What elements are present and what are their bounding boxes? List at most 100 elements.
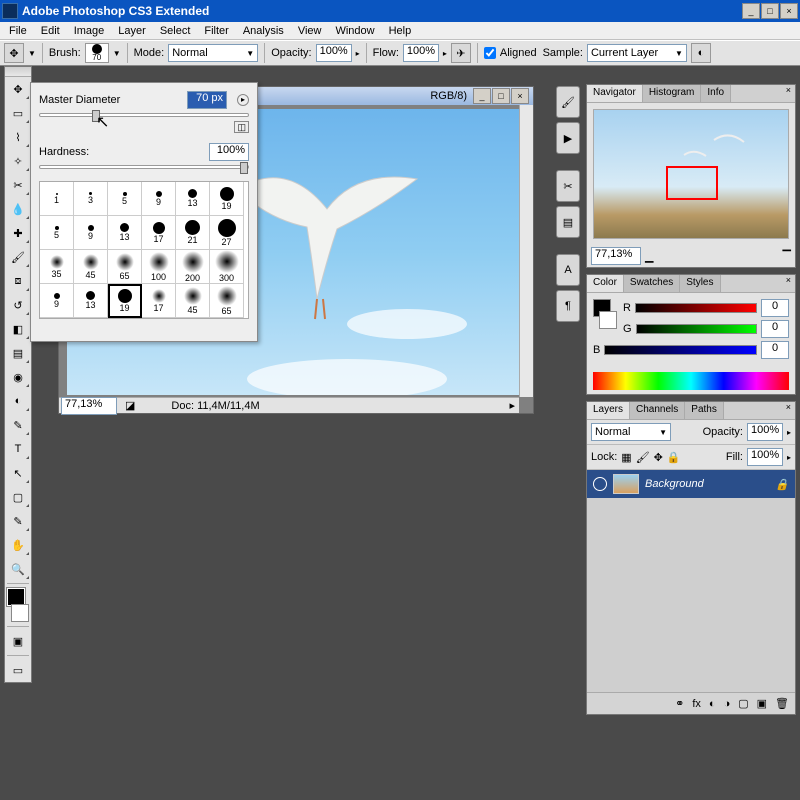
- doc-close[interactable]: ×: [511, 88, 529, 104]
- tool-history-brush[interactable]: ↺: [5, 293, 31, 317]
- master-diameter-field[interactable]: 70 px: [187, 91, 227, 109]
- tool-shape[interactable]: ▢: [5, 485, 31, 509]
- background-swatch[interactable]: [11, 604, 29, 622]
- character-palette-icon[interactable]: A: [556, 254, 580, 286]
- color-swatches[interactable]: [7, 588, 29, 622]
- menu-window[interactable]: Window: [328, 23, 381, 39]
- new-brush-icon[interactable]: ◫: [234, 121, 249, 133]
- screenmode-toggle[interactable]: ▭: [5, 658, 31, 682]
- brush-preset-1[interactable]: 1: [40, 182, 74, 216]
- tool-crop[interactable]: ✂: [5, 173, 31, 197]
- hardness-slider[interactable]: [39, 165, 249, 169]
- tab-channels[interactable]: Channels: [630, 402, 685, 419]
- brush-preset-3[interactable]: 3: [74, 182, 108, 216]
- nav-zoom-field[interactable]: 77,13%: [591, 247, 641, 265]
- brush-preset-13[interactable]: 13: [74, 284, 108, 318]
- layer-opacity-field[interactable]: 100%: [747, 423, 783, 441]
- layer-comps-palette-icon[interactable]: ▤: [556, 206, 580, 238]
- menu-image[interactable]: Image: [67, 23, 112, 39]
- color-value-b[interactable]: 0: [761, 341, 789, 359]
- layer-style-icon[interactable]: fx: [692, 698, 701, 710]
- menu-view[interactable]: View: [291, 23, 329, 39]
- tool-gradient[interactable]: ▤: [5, 341, 31, 365]
- tool-eyedropper[interactable]: 💧: [5, 197, 31, 221]
- brush-preset-9[interactable]: 9: [142, 182, 176, 216]
- tool-lasso[interactable]: ⌇: [5, 125, 31, 149]
- master-diameter-slider[interactable]: [39, 113, 249, 117]
- panel-menu-icon[interactable]: ×: [782, 85, 795, 102]
- brush-preset-35[interactable]: 35: [40, 250, 74, 284]
- tool-notes[interactable]: ✎: [5, 509, 31, 533]
- menu-edit[interactable]: Edit: [34, 23, 67, 39]
- brush-preset-13[interactable]: 13: [108, 216, 142, 250]
- flow-field[interactable]: 100%: [403, 44, 439, 62]
- zoom-out-icon[interactable]: ▁: [645, 250, 653, 263]
- sample-select[interactable]: Current Layer▼: [587, 44, 687, 62]
- brush-flyout-button[interactable]: ▸: [237, 94, 249, 106]
- tab-color[interactable]: Color: [587, 275, 624, 292]
- layer-mask-icon[interactable]: ◐: [709, 698, 716, 710]
- brush-preset-17[interactable]: 17: [142, 284, 176, 318]
- close-button[interactable]: ×: [780, 3, 798, 19]
- menu-select[interactable]: Select: [153, 23, 198, 39]
- blend-mode-select[interactable]: Normal▼: [168, 44, 258, 62]
- tool-stamp[interactable]: ⧈: [5, 269, 31, 293]
- brush-preset-19[interactable]: 19: [108, 284, 142, 318]
- menu-file[interactable]: File: [2, 23, 34, 39]
- tab-layers[interactable]: Layers: [587, 402, 630, 419]
- brush-preset-100[interactable]: 100: [142, 250, 176, 284]
- ignore-adjustment-toggle[interactable]: ◐: [691, 43, 711, 63]
- layer-row[interactable]: Background 🔒: [587, 470, 795, 498]
- brush-preset-17[interactable]: 17: [142, 216, 176, 250]
- brush-preset-5[interactable]: 5: [40, 216, 74, 250]
- tool-quick-select[interactable]: ✧: [5, 149, 31, 173]
- tool-hand[interactable]: ✋: [5, 533, 31, 557]
- color-slider-g[interactable]: [636, 324, 757, 334]
- menu-layer[interactable]: Layer: [111, 23, 153, 39]
- tab-swatches[interactable]: Swatches: [624, 275, 680, 292]
- tool-eraser[interactable]: ◧: [5, 317, 31, 341]
- link-layers-icon[interactable]: ⚭: [675, 697, 684, 710]
- lock-all-icon[interactable]: 🔒: [667, 451, 681, 464]
- tab-info[interactable]: Info: [701, 85, 731, 102]
- delete-layer-icon[interactable]: 🗑: [775, 697, 789, 710]
- tool-brush[interactable]: 🖌: [5, 245, 31, 269]
- hardness-field[interactable]: 100%: [209, 143, 249, 161]
- tool-path-select[interactable]: ↖: [5, 461, 31, 485]
- tool-presets-palette-icon[interactable]: ✂: [556, 170, 580, 202]
- tool-healing[interactable]: ✚: [5, 221, 31, 245]
- brush-preset-picker[interactable]: 70: [85, 43, 109, 63]
- adjustment-layer-icon[interactable]: ◑: [724, 698, 731, 710]
- group-icon[interactable]: ▢: [738, 697, 748, 710]
- new-layer-icon[interactable]: ▣: [757, 697, 767, 710]
- brush-preset-9[interactable]: 9: [40, 284, 74, 318]
- menu-filter[interactable]: Filter: [197, 23, 235, 39]
- brush-preset-19[interactable]: 19: [210, 182, 244, 216]
- navigator-preview[interactable]: [593, 109, 789, 239]
- menu-help[interactable]: Help: [382, 23, 419, 39]
- zoom-in-icon[interactable]: ▔: [783, 250, 791, 263]
- tool-move[interactable]: ✥: [5, 77, 31, 101]
- tool-blur[interactable]: ◉: [5, 365, 31, 389]
- lock-pixels-icon[interactable]: 🖌: [636, 451, 650, 464]
- brush-preset-45[interactable]: 45: [176, 284, 210, 318]
- zoom-field[interactable]: 77,13%: [61, 397, 117, 415]
- brush-preset-45[interactable]: 45: [74, 250, 108, 284]
- minimize-button[interactable]: _: [742, 3, 760, 19]
- color-spectrum[interactable]: [593, 372, 789, 390]
- tab-navigator[interactable]: Navigator: [587, 85, 643, 102]
- visibility-icon[interactable]: [593, 477, 607, 491]
- tool-zoom[interactable]: 🔍: [5, 557, 31, 581]
- brushes-palette-icon[interactable]: 🖌: [556, 86, 580, 118]
- doc-maximize[interactable]: □: [492, 88, 510, 104]
- color-slider-b[interactable]: [604, 345, 757, 355]
- doc-minimize[interactable]: _: [473, 88, 491, 104]
- vertical-scrollbar[interactable]: [519, 105, 533, 397]
- panel-menu-icon[interactable]: ×: [782, 402, 795, 419]
- maximize-button[interactable]: □: [761, 3, 779, 19]
- lock-position-icon[interactable]: ✥: [654, 451, 663, 464]
- color-value-g[interactable]: 0: [761, 320, 789, 338]
- layer-fill-field[interactable]: 100%: [747, 448, 783, 466]
- opacity-field[interactable]: 100%: [316, 44, 352, 62]
- tab-styles[interactable]: Styles: [680, 275, 720, 292]
